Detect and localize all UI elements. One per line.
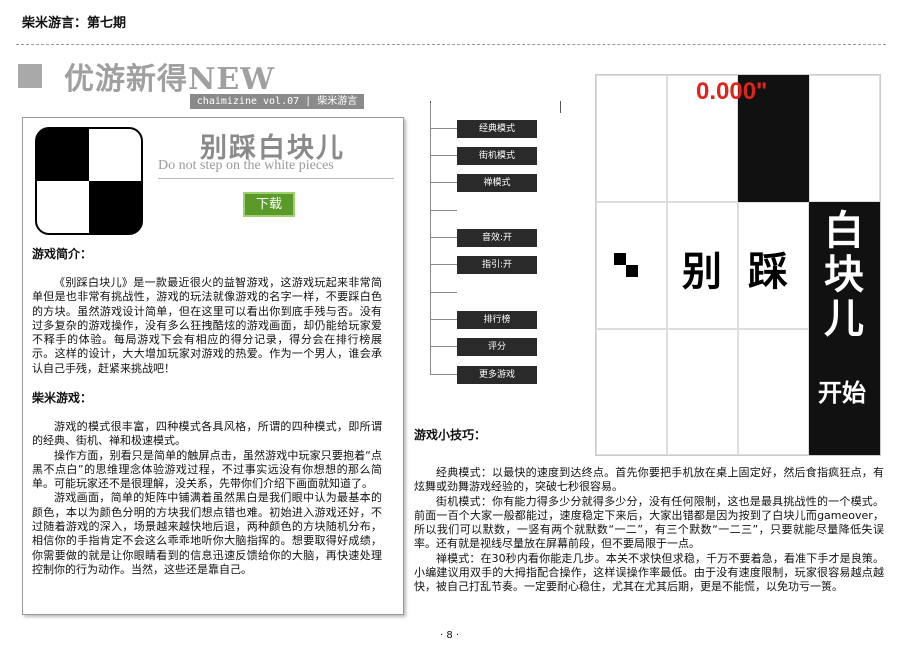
icon-white-tile: [89, 129, 141, 181]
play-paragraph: 游戏的模式很丰富，四种模式各具风格，所谓的四种模式，即所谓的经典、街机、禅和极速…: [32, 420, 382, 448]
magazine-header-title: 柴米游言：第七期: [22, 16, 127, 31]
download-button[interactable]: 下载: [243, 192, 295, 217]
menu-item-zen[interactable]: 禅模式: [457, 174, 537, 192]
volume-tag: chaimizine vol.07 | 柴米游言: [190, 94, 364, 109]
title-vertical-text: 白块儿: [824, 208, 864, 342]
section-square-icon: [18, 64, 42, 88]
icon-white-tile: [37, 181, 89, 233]
title-char: 别: [682, 249, 722, 295]
section-title: 优游新得NEW: [64, 62, 275, 97]
play-heading: 柴米游戏：: [32, 391, 93, 405]
game-title-english: Do not step on the white pieces: [158, 158, 334, 173]
page-number: · 8 ·: [440, 630, 460, 641]
play-paragraph: 操作方面，别看只是简单的触屏点击，虽然游戏中玩家只要抱着“点黑不点白”的思维理念…: [32, 448, 382, 491]
menu-connector: [430, 292, 457, 293]
menu-item-classic[interactable]: 经典模式: [457, 120, 537, 138]
intro-heading: 游戏简介：: [32, 247, 93, 261]
title-char: 踩: [748, 249, 788, 295]
menu-tree-line: [430, 103, 431, 375]
intro-section: 游戏简介： 《别踩白块儿》是一款最近很火的益智游戏，这游戏玩起来非常简单但是也非…: [32, 245, 382, 376]
game-screenshot: 别 踩 白块儿 开始: [595, 74, 881, 456]
tips-paragraph: 禅模式：在30秒内看你能走几步。本关不求快但求稳，千万不要着急，看准下手才是良策…: [414, 551, 884, 594]
timer-readout: 0.000": [696, 78, 768, 105]
menu-item-leaderboard[interactable]: 排行榜: [457, 311, 537, 329]
play-section: 柴米游戏： 游戏的模式很丰富，四种模式各具风格，所谓的四种模式，即所谓的经典、街…: [32, 389, 382, 577]
game-app-icon: [35, 127, 143, 235]
menu-connector: [430, 155, 457, 156]
menu-item-sound[interactable]: 音效:开: [457, 229, 537, 247]
menu-connector: [430, 128, 457, 129]
white-tile[interactable]: [596, 329, 667, 455]
play-paragraph: 游戏画面，简单的矩阵中铺满着虽然黑白是我们眼中认为最基本的颜色，本以为颜色分明的…: [32, 491, 382, 576]
menu-item-more-games[interactable]: 更多游戏: [457, 366, 537, 384]
menu-item-guide[interactable]: 指引:开: [457, 256, 537, 274]
white-tile[interactable]: [738, 329, 809, 455]
start-label[interactable]: 开始: [818, 373, 866, 408]
logo-white-square: [626, 253, 638, 265]
tips-paragraph: 经典模式：以最快的速度到达终点。首先你要把手机放在桌上固定好，然后食指疯狂点，有…: [414, 466, 884, 494]
menu-top-marker: [560, 101, 561, 113]
white-tile[interactable]: [596, 75, 667, 202]
tips-section: 经典模式：以最快的速度到达终点。首先你要把手机放在桌上固定好，然后食指疯狂点，有…: [414, 466, 884, 595]
menu-connector: [430, 210, 457, 211]
menu-connector: [430, 346, 457, 347]
menu-connector: [430, 264, 457, 265]
logo-white-square: [614, 265, 626, 277]
white-tile[interactable]: [667, 329, 738, 455]
menu-connector: [430, 319, 457, 320]
tips-paragraph: 街机模式：你有能力得多少分就得多少分，没有任何限制，这也是最具挑战性的一个模式。…: [414, 494, 884, 551]
header-divider: [16, 44, 886, 45]
small-logo-icon: [614, 253, 638, 277]
intro-paragraph: 《别踩白块儿》是一款最近很火的益智游戏，这游戏玩起来非常简单但是也非常有挑战性，…: [32, 276, 382, 375]
title-divider: [158, 178, 394, 179]
menu-connector: [430, 182, 457, 183]
tips-heading: 游戏小技巧：: [414, 428, 487, 442]
white-tile[interactable]: [809, 75, 880, 202]
menu-connector: [430, 374, 457, 375]
menu-connector: [430, 237, 457, 238]
menu-item-arcade[interactable]: 街机模式: [457, 147, 537, 165]
menu-item-rate[interactable]: 评分: [457, 338, 537, 356]
